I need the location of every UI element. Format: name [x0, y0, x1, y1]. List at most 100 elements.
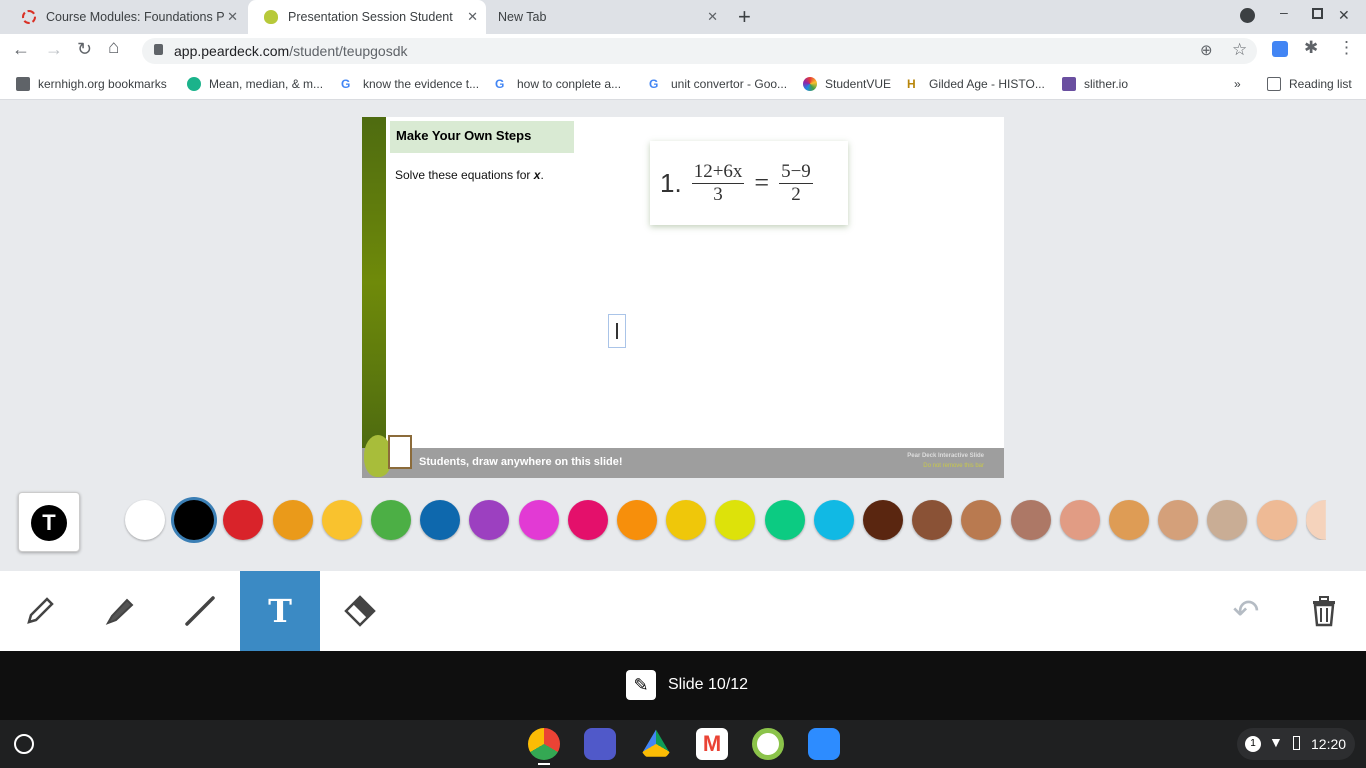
text-style-icon: T [31, 505, 67, 541]
bookmark-item[interactable]: Mean, median, & m... [187, 77, 323, 91]
gmail-app-icon[interactable]: M [696, 728, 728, 760]
reload-button[interactable]: ↻ [77, 39, 92, 60]
lhs-numerator: 12+6x [691, 160, 745, 184]
bookmark-item[interactable]: Gknow the evidence t... [341, 77, 479, 91]
eraser-tool-button[interactable] [320, 571, 400, 651]
undo-button[interactable]: ↶ [1206, 571, 1286, 651]
google-icon: G [341, 77, 351, 91]
trash-icon [1313, 596, 1335, 627]
bookmark-item[interactable]: H Gilded Age - HISTO... [907, 77, 1045, 91]
bookmark-label: kernhigh.org bookmarks [38, 77, 167, 91]
studentvue-icon [803, 77, 817, 91]
zoom-app-icon[interactable] [808, 728, 840, 760]
close-window-button[interactable]: ✕ [1338, 7, 1350, 24]
color-swatch[interactable] [1109, 500, 1149, 540]
rhs-numerator: 5−9 [779, 160, 813, 184]
text-tool-button[interactable]: T [240, 571, 320, 651]
tab-course-modules[interactable]: Course Modules: Foundations P ✕ [6, 0, 246, 34]
tab-label: Presentation Session Student [288, 10, 453, 24]
color-swatch[interactable] [1010, 500, 1051, 540]
bookmark-item[interactable]: Ghow to conplete a... [495, 77, 621, 91]
slide-instruction: Solve these equations for x. [395, 168, 544, 182]
undo-icon: ↶ [1232, 593, 1260, 629]
color-swatch[interactable] [371, 500, 411, 540]
translate-extension-icon[interactable] [1272, 41, 1288, 57]
color-swatch[interactable] [863, 500, 903, 540]
close-tab-icon[interactable]: ✕ [707, 9, 718, 25]
bookmark-label: know the evidence t... [363, 77, 480, 91]
bookmark-item[interactable]: slither.io [1062, 77, 1128, 91]
bookmarks-overflow[interactable]: » [1234, 77, 1241, 91]
pencil-tool-button[interactable] [0, 571, 80, 651]
color-swatch[interactable] [764, 500, 805, 540]
drawing-toolbar: T ↶ [0, 571, 1366, 651]
lhs-fraction: 12+6x 3 [691, 160, 745, 206]
bookmark-item[interactable]: StudentVUE [803, 77, 891, 91]
text-input-box[interactable] [608, 314, 626, 348]
forward-button[interactable]: → [45, 39, 63, 60]
reading-list-label: Reading list [1289, 77, 1352, 91]
color-swatch[interactable] [518, 500, 559, 540]
slither-icon [1062, 77, 1076, 91]
maximize-button[interactable] [1312, 8, 1323, 19]
address-bar[interactable]: app.peardeck.com/student/teupgosdk ⊕ ☆ [142, 38, 1257, 64]
chrome-app-icon[interactable] [528, 728, 560, 760]
color-swatch[interactable] [666, 500, 707, 540]
color-swatch[interactable] [1256, 500, 1297, 540]
minimize-button[interactable]: – [1280, 4, 1288, 20]
history-icon: H [907, 77, 916, 91]
color-swatch[interactable] [321, 500, 362, 540]
slide-title: Make Your Own Steps [390, 121, 574, 153]
peardeck-app-icon[interactable] [752, 728, 784, 760]
tab-label: Course Modules: Foundations P [46, 10, 225, 24]
launcher-button[interactable] [14, 734, 34, 754]
rhs-denominator: 2 [791, 183, 801, 205]
color-swatch[interactable] [420, 500, 461, 540]
color-swatch[interactable] [272, 500, 313, 540]
tab-presentation-session[interactable]: Presentation Session Student ✕ [248, 0, 486, 34]
status-tray[interactable]: 1 ▼ 12:20 [1237, 728, 1355, 760]
text-icon: T [268, 592, 292, 630]
line-tool-button[interactable] [160, 571, 240, 651]
equation-number: 1. [660, 167, 682, 198]
bookmark-folder[interactable]: kernhigh.org bookmarks [16, 77, 167, 91]
color-swatch[interactable] [1059, 500, 1100, 540]
color-swatch[interactable] [125, 500, 165, 540]
zoom-icon[interactable]: ⊕ [1200, 41, 1213, 59]
equals-sign: = [754, 168, 770, 197]
color-swatch[interactable] [174, 500, 215, 540]
close-tab-icon[interactable]: ✕ [227, 9, 238, 25]
tab-search-button[interactable] [1240, 8, 1255, 23]
color-swatch[interactable] [1158, 500, 1199, 540]
bookmark-label: Gilded Age - HISTO... [929, 77, 1045, 91]
overflow-label: » [1234, 77, 1241, 91]
new-tab-button[interactable]: + [738, 4, 751, 30]
slide-canvas[interactable]: Make Your Own Steps Solve these equation… [362, 117, 1004, 478]
bookmark-star-icon[interactable]: ☆ [1232, 40, 1247, 60]
home-button[interactable]: ⌂ [108, 37, 119, 59]
text-tool-badge[interactable]: T [18, 492, 80, 552]
reading-list-button[interactable]: Reading list [1267, 77, 1352, 91]
bookmark-label: StudentVUE [825, 77, 892, 91]
menu-icon[interactable]: ⋮ [1338, 38, 1355, 58]
site-icon [187, 77, 201, 91]
instruction-text: Solve these equations for [395, 168, 531, 182]
notification-badge: 1 [1245, 736, 1261, 752]
teams-app-icon[interactable] [584, 728, 616, 760]
chrome-running-indicator [538, 763, 550, 765]
extensions-icon[interactable]: ✱ [1304, 38, 1318, 58]
delete-all-button[interactable] [1284, 571, 1364, 651]
color-swatch[interactable] [813, 500, 854, 540]
back-button[interactable]: ← [12, 39, 30, 60]
marker-tool-button[interactable] [80, 571, 160, 651]
marker-icon [105, 598, 134, 625]
bookmark-item[interactable]: Gunit convertor - Goo... [649, 77, 787, 91]
color-swatch[interactable] [617, 500, 657, 540]
close-tab-icon[interactable]: ✕ [467, 9, 478, 25]
color-swatch[interactable] [567, 500, 608, 540]
slide-footer-bar: Students, draw anywhere on this slide! P… [362, 448, 1004, 478]
color-swatch[interactable] [912, 500, 953, 540]
brand-line2: Do not remove this bar [923, 463, 984, 469]
eraser-icon [344, 595, 376, 627]
tab-new-tab[interactable]: New Tab ✕ [486, 0, 726, 34]
